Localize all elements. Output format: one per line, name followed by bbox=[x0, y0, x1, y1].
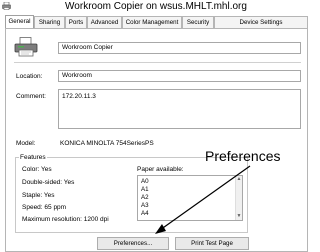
feature-max-resolution: Maximum resolution: 1200 dpi bbox=[22, 216, 109, 223]
printer-icon bbox=[14, 37, 38, 57]
tab-sharing[interactable]: Sharing bbox=[34, 16, 65, 28]
list-item[interactable]: A1 bbox=[141, 186, 149, 193]
feature-speed: Speed: 65 ppm bbox=[22, 204, 67, 211]
tab-color-management[interactable]: Color Management bbox=[122, 16, 182, 28]
list-item[interactable]: A3 bbox=[141, 202, 149, 209]
list-item[interactable]: A4 bbox=[141, 210, 149, 217]
model-value: KONICA MINOLTA 754SeriesPS bbox=[60, 140, 154, 147]
tab-ports[interactable]: Ports bbox=[65, 16, 87, 28]
window-title: Workroom Copier on wsus.MHLT.mhl.org bbox=[65, 1, 247, 12]
model-label: Model: bbox=[16, 140, 36, 147]
preferences-button[interactable]: Preferences... bbox=[97, 237, 169, 250]
comment-label: Comment: bbox=[16, 93, 46, 100]
tab-general[interactable]: General bbox=[5, 15, 34, 29]
printer-name-field[interactable]: Workroom Copier bbox=[58, 42, 301, 54]
list-item[interactable]: A2 bbox=[141, 194, 149, 201]
tab-security[interactable]: Security bbox=[182, 16, 214, 28]
location-label: Location: bbox=[16, 73, 43, 80]
annotation-label: Preferences bbox=[205, 148, 281, 164]
feature-staple: Staple: Yes bbox=[22, 192, 55, 199]
location-field[interactable]: Workroom bbox=[58, 70, 301, 82]
tab-strip: General Sharing Ports Advanced Color Man… bbox=[5, 15, 308, 29]
divider bbox=[14, 62, 301, 63]
comment-field[interactable]: 172.20.11.3 bbox=[58, 89, 301, 129]
list-item[interactable]: A0 bbox=[141, 178, 149, 185]
title-bar: Workroom Copier on wsus.MHLT.mhl.org bbox=[0, 0, 312, 13]
features-label: Features bbox=[19, 154, 47, 162]
print-test-page-button[interactable]: Print Test Page bbox=[175, 237, 249, 250]
tab-advanced[interactable]: Advanced bbox=[87, 16, 122, 28]
feature-double-sided: Double-sided: Yes bbox=[22, 179, 75, 186]
annotation-arrow-icon bbox=[155, 165, 251, 234]
feature-color: Color: Yes bbox=[22, 166, 52, 173]
tab-device-settings[interactable]: Device Settings bbox=[214, 16, 308, 28]
